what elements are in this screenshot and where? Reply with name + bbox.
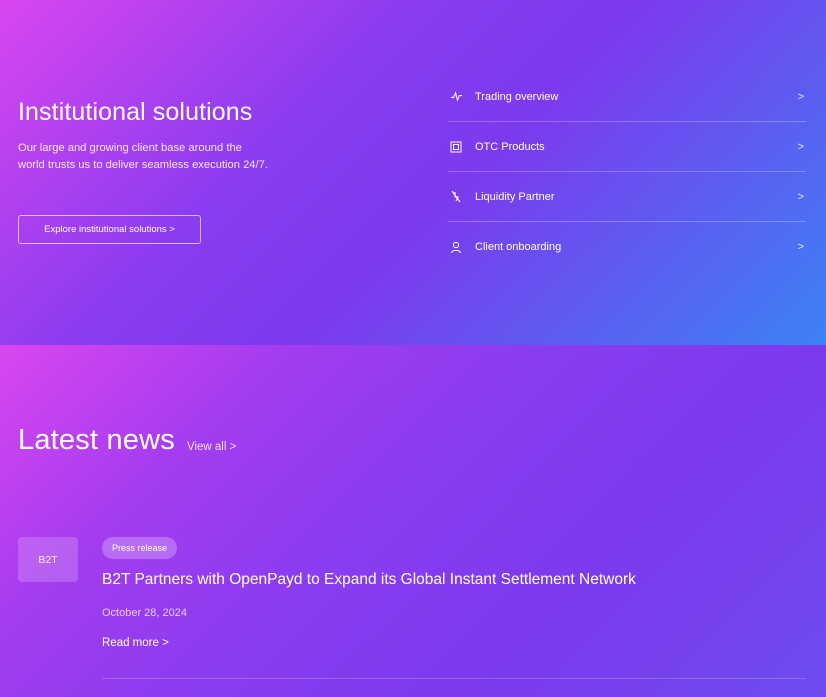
news-section: Latest news View all > B2T Press release… [0,345,826,697]
news-thumbnail[interactable]: B2T [18,537,78,582]
news-headline[interactable]: B2T Partners with OpenPayd to Expand its… [102,571,802,589]
inst-item-label: Liquidity Partner [475,190,555,203]
news-divider [102,678,806,679]
chevron-right-icon: > [797,90,804,103]
institutional-links: Trading overview > OTC Products > Liquid… [448,72,806,272]
chevron-right-icon: > [797,140,804,153]
inst-item-client-onboarding[interactable]: Client onboarding > [448,222,806,272]
news-date: October 28, 2024 [102,607,188,619]
inst-item-label: Client onboarding [475,241,562,253]
inst-item-label: Trading overview [475,90,559,103]
inst-item-otc-products[interactable]: OTC Products > [448,122,806,172]
institutional-description: Our large and growing client base around… [18,142,268,171]
activity-icon [449,90,463,104]
user-icon [449,240,463,254]
inst-item-liquidity-partner[interactable]: Liquidity Partner > [448,172,806,222]
liquidity-icon [449,190,463,204]
inst-item-trading-overview[interactable]: Trading overview > [448,72,806,122]
press-release-badge: Press release [102,537,178,559]
square-icon [449,140,463,154]
view-all-link[interactable]: View all > [187,441,236,453]
explore-institutional-button[interactable]: Explore institutional solutions > [18,215,201,244]
institutional-section: Institutional solutions Our large and gr… [0,0,826,345]
institutional-title: Institutional solutions [18,98,253,126]
chevron-right-icon: > [797,190,804,203]
news-title: Latest news [18,424,175,456]
read-more-link[interactable]: Read more > [102,637,169,649]
chevron-right-icon: > [797,241,804,253]
inst-item-label: OTC Products [475,140,545,153]
